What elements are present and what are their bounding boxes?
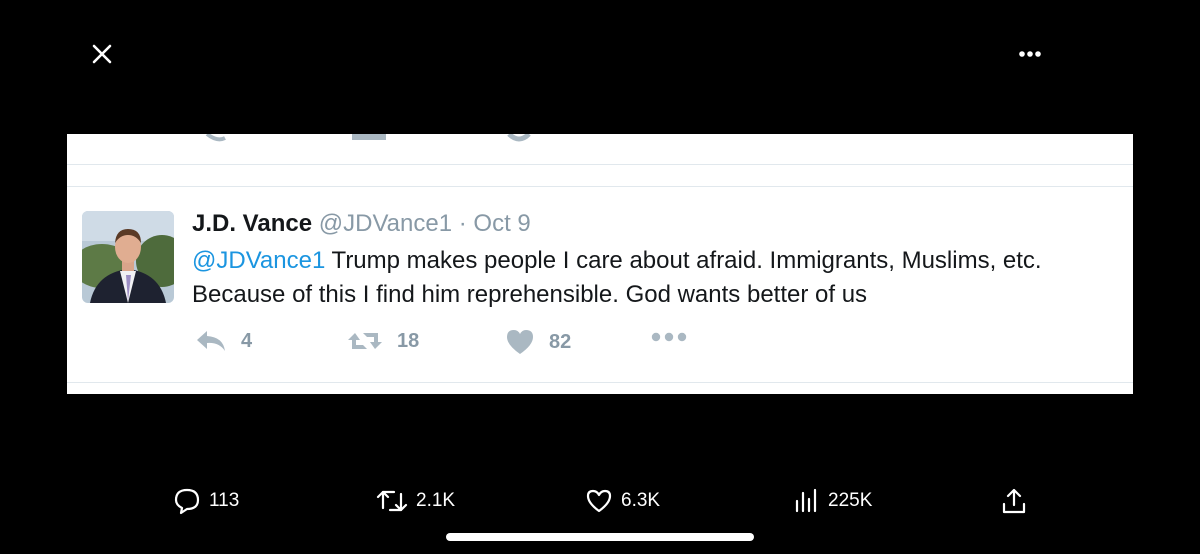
repost-icon [376,490,408,512]
close-button[interactable] [86,38,118,70]
close-icon [92,44,112,64]
repost-button[interactable]: 2.1K [376,484,455,518]
tweet-author-name: J.D. Vance [192,210,313,237]
like-button[interactable]: 6.3K [585,484,660,518]
retweet-icon [348,333,382,349]
tweet-date: Oct 9 [473,210,531,237]
post-action-bar: 113 2.1K 6.3K 225K [0,484,1200,518]
more-horizontal-icon [1019,51,1041,57]
tweet-screenshot-image[interactable]: J.D. Vance @JDVance1 · Oct 9 @JDVance1 T… [67,134,1133,394]
tweet-mention: @JDVance1 [192,247,326,274]
reply-bubble-icon [174,488,200,515]
tweet-like-count: 82 [505,329,571,355]
share-button[interactable] [1000,484,1036,518]
tweet-reply-count-value: 4 [241,329,253,352]
tweet-text-line-1: @JDVance1 Trump makes people I care abou… [192,244,1133,278]
bar-chart-icon [795,488,817,513]
tweet-more [650,329,702,345]
heart-icon [586,489,612,513]
like-count: 6.3K [621,490,661,511]
repost-count: 2.1K [416,490,456,511]
separator-dot: · [458,210,467,237]
tweet-actions: 4 18 82 [195,329,795,359]
tweet-header: J.D. Vance @JDVance1 · Oct 9 [192,210,531,238]
tweet-author-handle: @JDVance1 [318,210,453,237]
tweet-text-line-2: Because of this I find him reprehensible… [192,281,868,308]
home-indicator[interactable] [446,533,754,541]
previous-tweet-actions-fragment [67,134,1133,164]
tweet-reply-count: 4 [195,329,252,353]
divider [67,186,1133,187]
tweet-text-line-1-rest: Trump makes people I care about afraid. … [325,247,1042,274]
views-button[interactable]: 225K [794,484,872,518]
reply-icon [197,331,225,351]
more-options-button[interactable] [1010,38,1050,70]
more-horizontal-icon [651,332,687,342]
reply-button[interactable]: 113 [173,484,239,518]
view-count: 225K [828,490,873,511]
divider [67,164,1133,165]
tweet-like-count-value: 82 [549,330,572,353]
tweet-retweet-count: 18 [347,329,419,353]
reply-count: 113 [209,490,240,511]
heart-icon [507,330,533,354]
share-icon [1002,488,1026,514]
divider [67,382,1133,383]
tweet-retweet-count-value: 18 [397,329,420,352]
avatar [82,211,174,303]
tweet-text: @JDVance1 Trump makes people I care abou… [192,244,1133,312]
